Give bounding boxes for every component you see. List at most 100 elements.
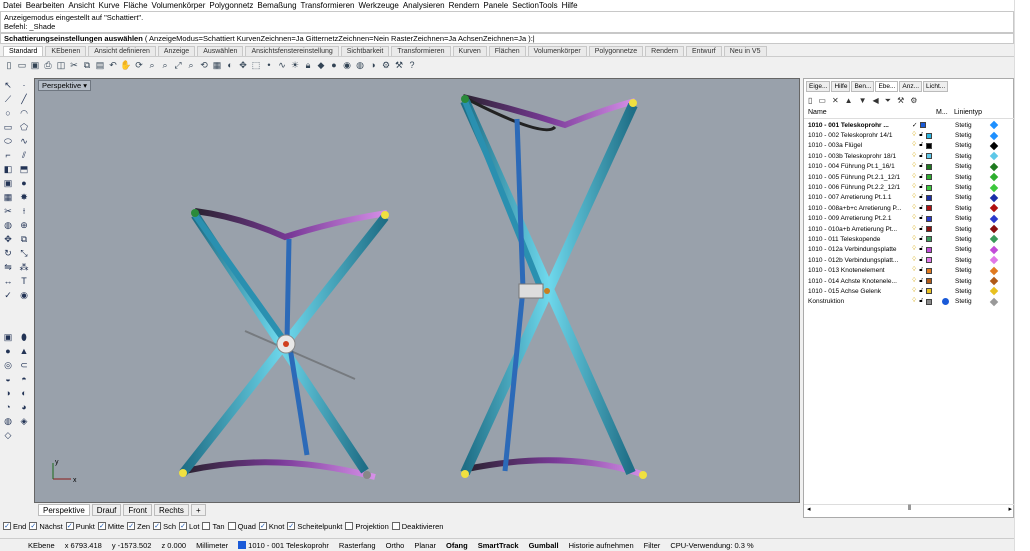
osnap-checkbox-9[interactable]: ✓ — [258, 522, 267, 530]
panel-tab-5[interactable]: Licht... — [923, 81, 949, 92]
lock-icon[interactable]: 🔓︎ — [919, 257, 923, 264]
layer-material[interactable] — [942, 205, 951, 212]
solid-shell-icon[interactable]: ◔ — [2, 401, 14, 413]
new-file-icon[interactable]: ▯ — [3, 59, 15, 71]
lock-icon[interactable]: 🔓︎ — [919, 215, 923, 222]
zoom-selected-icon[interactable]: ⌕ — [185, 59, 197, 71]
osnap-checkbox-12[interactable] — [391, 522, 400, 530]
trim-icon[interactable]: ✂ — [2, 205, 14, 217]
options-icon[interactable]: ⚙ — [380, 59, 392, 71]
layer-row[interactable]: 1010 - 003a Flügel 💡︎ 🔓︎ Stetig — [804, 141, 1015, 151]
visibility-bulb-icon[interactable]: 💡︎ — [912, 226, 916, 233]
lock-icon[interactable]: 🔓︎ — [919, 226, 923, 233]
layer-material[interactable] — [942, 278, 951, 285]
render-icon[interactable]: ◉ — [18, 289, 30, 301]
toolbar-tab-9[interactable]: Flächen — [488, 46, 526, 56]
layer-name[interactable]: 1010 - 011 Teleskopende — [804, 236, 912, 243]
visibility-bulb-icon[interactable]: 💡︎ — [912, 257, 916, 264]
visibility-bulb-icon[interactable]: 💡︎ — [912, 142, 916, 149]
layer-linetype[interactable]: Stetig — [951, 257, 991, 264]
copy-icon[interactable]: ⧉ — [18, 233, 30, 245]
layer-name[interactable]: 1010 - 013 Knotenelement — [804, 267, 912, 274]
layer-material[interactable] — [942, 194, 951, 201]
layer-material[interactable] — [942, 142, 951, 149]
toolbar-tab-10[interactable]: Volumenkörper — [527, 46, 587, 56]
visibility-bulb-icon[interactable]: 💡︎ — [912, 174, 916, 181]
menu-item-3[interactable]: Kurve — [99, 1, 120, 10]
layer-row[interactable]: 1010 - 003b Teleskoprohr 18/1 💡︎ 🔓︎ Stetig — [804, 151, 1015, 161]
print-color-icon[interactable] — [989, 214, 999, 223]
render-icon[interactable]: ◉ — [341, 59, 353, 71]
layer-row[interactable]: 1010 - 006 Führung Pt.2.2_12/1 💡︎ 🔓︎ Stetig — [804, 182, 1015, 192]
move-up-icon[interactable]: ▲ — [845, 96, 853, 106]
toolbar-tab-14[interactable]: Neu in V5 — [723, 46, 767, 56]
add-viewport-tab[interactable]: + — [190, 504, 206, 516]
osnap-checkbox-3[interactable]: ✓ — [97, 522, 106, 530]
print-color-icon[interactable] — [989, 193, 999, 203]
settings-icon[interactable]: ⚙ — [910, 96, 917, 106]
layer-name[interactable]: 1010 - 004 Führung Pt.1_16/1 — [804, 163, 912, 170]
osnap-3[interactable]: ✓ Mitte — [97, 522, 124, 531]
move-left-icon[interactable]: ◀ — [873, 96, 879, 106]
toolbar-tab-5[interactable]: Ansichtsfenstereinstellung — [245, 46, 339, 56]
toolbar-tab-3[interactable]: Anzeige — [157, 46, 196, 56]
save-icon[interactable]: ▣ — [29, 59, 41, 71]
layer-color-swatch[interactable] — [926, 184, 933, 191]
layer-material[interactable] — [942, 246, 951, 253]
layer-linetype[interactable]: Stetig — [951, 184, 991, 191]
layer-name[interactable]: 1010 - 008a+b+c Arretierung P... — [804, 205, 912, 212]
panel-tab-0[interactable]: Eige... — [806, 81, 831, 92]
osnap-5[interactable]: ✓ Sch — [153, 522, 176, 531]
print-color-icon[interactable] — [989, 172, 999, 182]
status-current-layer[interactable]: 1010 - 001 Teleskoprohr — [238, 541, 329, 550]
viewport-tab-3[interactable]: Rechts — [154, 504, 189, 516]
layer-material[interactable] — [942, 257, 951, 264]
lock-icon[interactable]: 🔓︎ — [919, 142, 923, 149]
layer-color-swatch[interactable] — [926, 153, 933, 160]
select-arrow-icon[interactable]: ↖ — [2, 79, 14, 91]
status-toggle-0[interactable]: Rasterfang — [339, 541, 376, 550]
layer-color-swatch[interactable] — [926, 205, 933, 212]
layer-color-swatch[interactable] — [926, 194, 933, 201]
status-toggle-2[interactable]: Planar — [414, 541, 436, 550]
layer-linetype[interactable]: Stetig — [951, 153, 991, 160]
polygon-icon[interactable]: ⬠ — [18, 121, 30, 133]
col-linetype[interactable]: Linientyp — [950, 109, 990, 118]
menu-item-11[interactable]: Rendern — [449, 1, 480, 10]
osnap-1[interactable]: ✓ Nächst — [29, 522, 63, 531]
layer-color-swatch[interactable] — [926, 278, 933, 285]
layer-linetype[interactable]: Stetig — [951, 194, 991, 201]
material-icon[interactable]: ● — [328, 59, 340, 71]
layer-linetype[interactable]: Stetig — [951, 142, 991, 149]
solid-intersect-icon[interactable]: ◑ — [2, 387, 14, 399]
osnap-checkbox-0[interactable]: ✓ — [3, 522, 11, 530]
settings-icon[interactable]: ⚒ — [393, 59, 405, 71]
solid-chamfer-icon[interactable]: ◈ — [18, 415, 30, 427]
layer-color-icon[interactable]: ◆ — [315, 59, 327, 71]
toolbar-tab-0[interactable]: Standard — [3, 46, 44, 56]
status-toggle-3[interactable]: Ofang — [446, 541, 468, 550]
solid-cone-icon[interactable]: ▲ — [18, 345, 30, 357]
panel-tab-2[interactable]: Ben... — [851, 81, 875, 92]
print-color-icon[interactable] — [989, 287, 999, 296]
layer-material[interactable] — [942, 226, 951, 233]
layer-linetype[interactable]: Stetig — [951, 163, 991, 170]
menu-item-12[interactable]: Panele — [483, 1, 508, 10]
solid-union-icon[interactable]: ◒ — [2, 373, 14, 385]
environment-icon[interactable]: ◑ — [367, 59, 379, 71]
layer-linetype[interactable]: Stetig — [951, 132, 991, 139]
text-icon[interactable]: T — [18, 275, 30, 287]
layer-row[interactable]: 1010 - 004 Führung Pt.1_16/1 💡︎ 🔓︎ Stetig — [804, 162, 1015, 172]
osnap-checkbox-4[interactable]: ✓ — [127, 522, 136, 530]
layer-name[interactable]: 1010 - 009 Arretierung Pt.2.1 — [804, 215, 912, 222]
menu-item-7[interactable]: Bemaßung — [257, 1, 296, 10]
viewport-perspective[interactable]: Perspektive ▾ x y — [34, 78, 800, 503]
visibility-bulb-icon[interactable]: 💡︎ — [912, 205, 916, 212]
set-view-icon[interactable]: ⟲ — [198, 59, 210, 71]
visibility-bulb-icon[interactable]: 💡︎ — [912, 184, 916, 191]
fillet-icon[interactable]: ⌐ — [2, 149, 14, 161]
ellipse-icon[interactable]: ⬭ — [2, 135, 14, 147]
rectangle-icon[interactable]: ▭ — [2, 121, 14, 133]
point-icon[interactable]: · — [18, 79, 30, 91]
sphere-icon[interactable]: ● — [18, 177, 30, 189]
